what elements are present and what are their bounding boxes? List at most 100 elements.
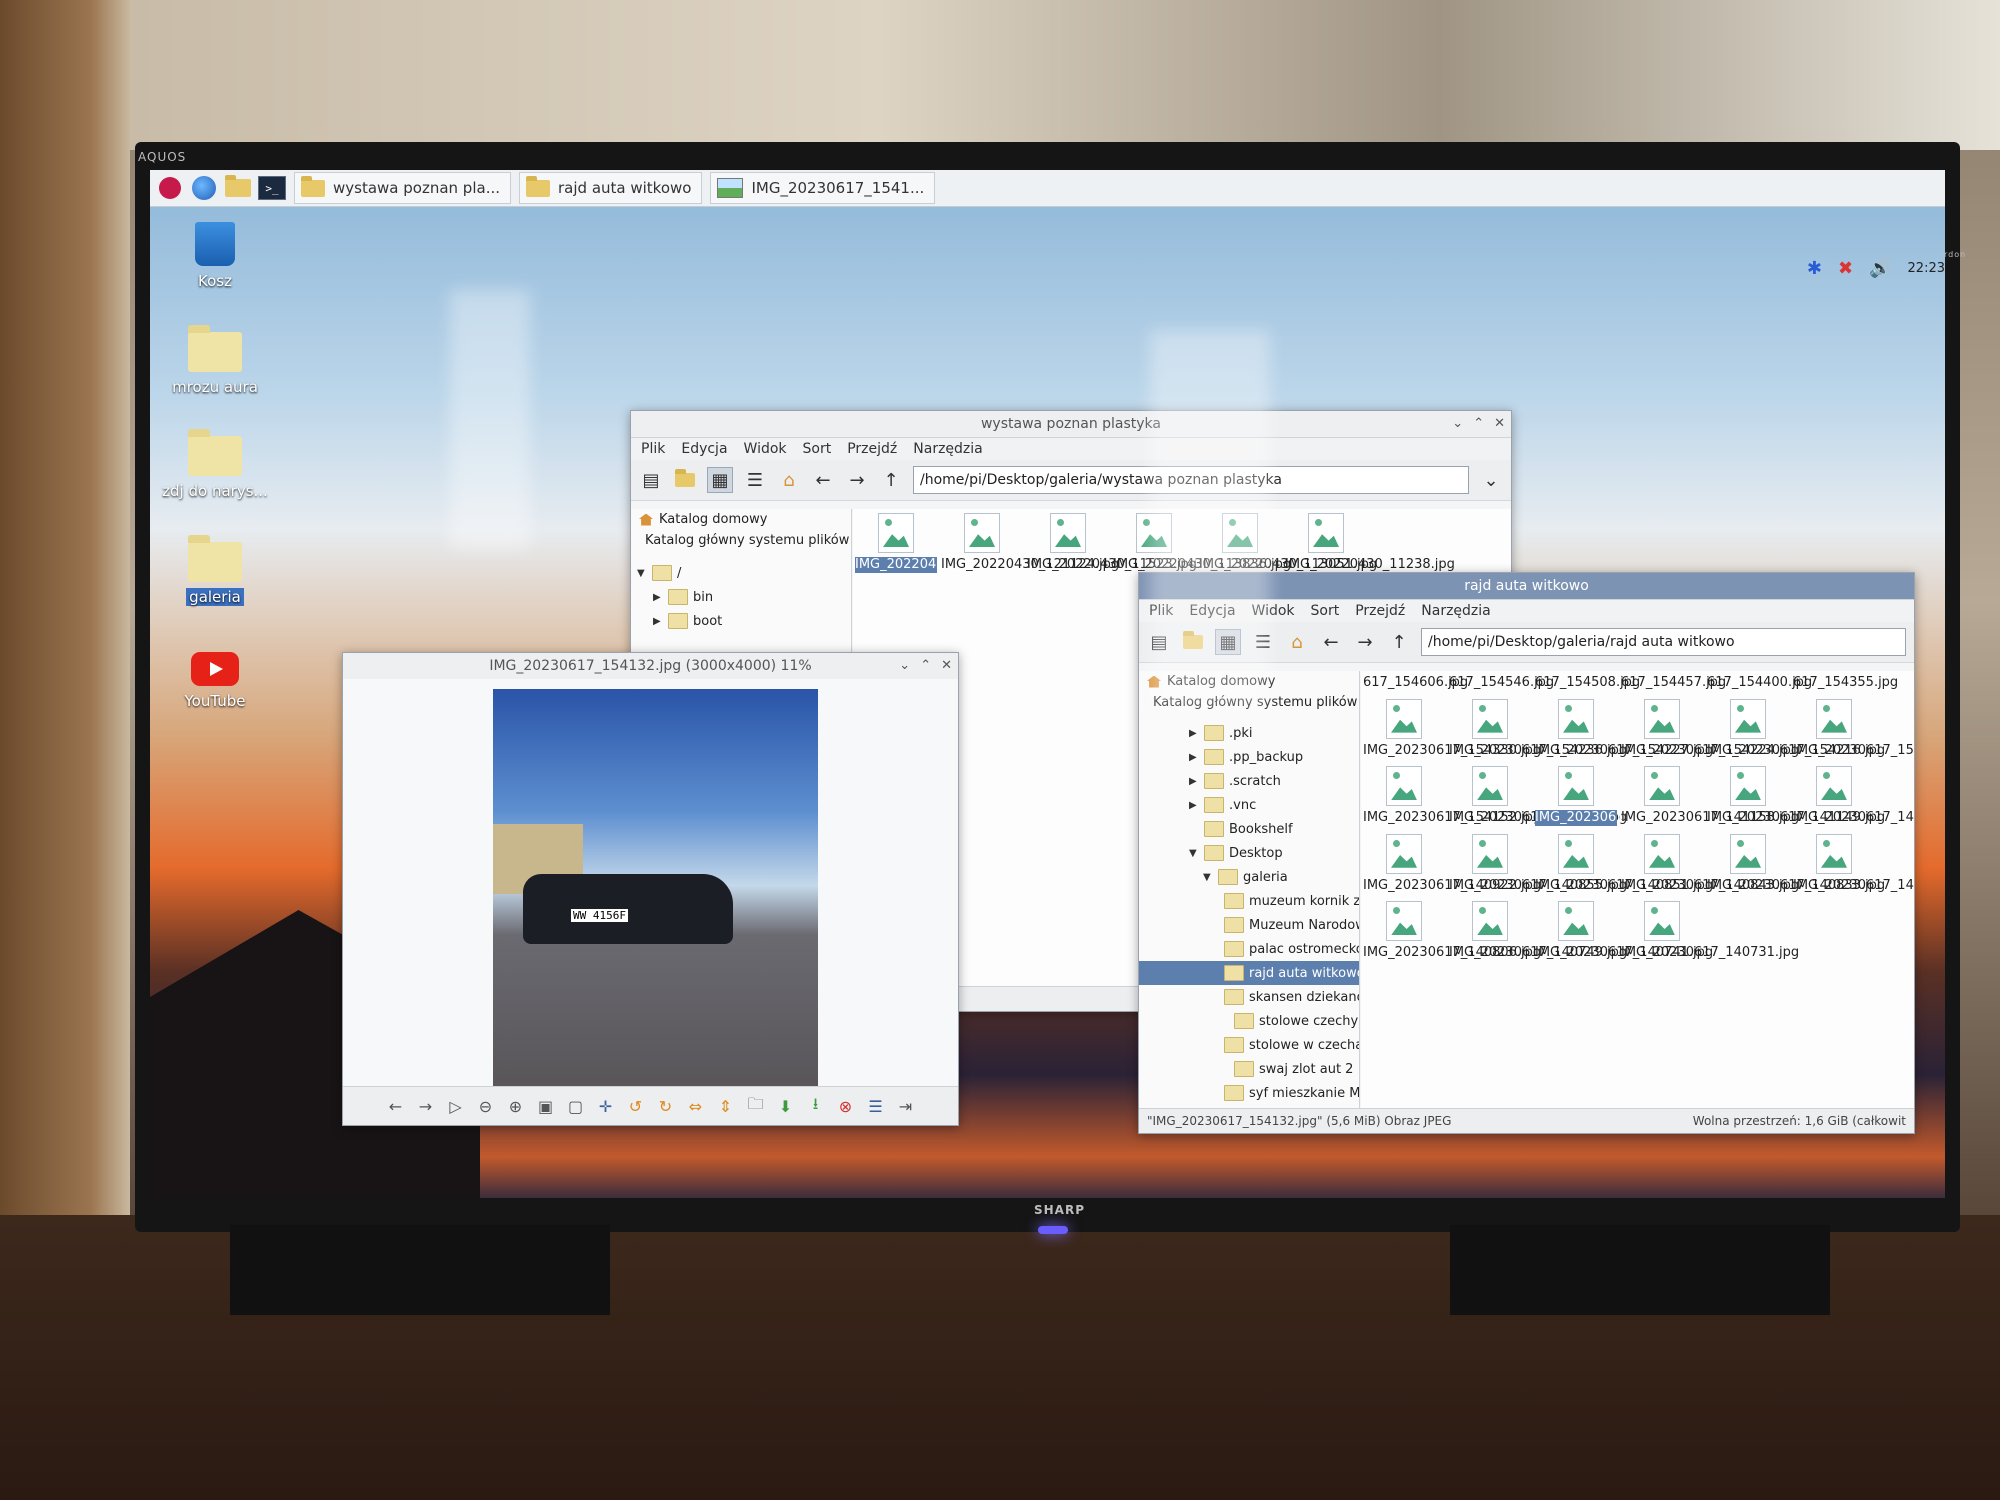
expander-icon[interactable]: ▶ [1189, 728, 1199, 739]
file-item[interactable]: IMG_20230617_154210.jpg [1791, 695, 1914, 763]
zoom-in-icon[interactable]: ⊕ [504, 1094, 528, 1118]
file-item[interactable]: IMG_20230617_140749.jpg [1447, 897, 1627, 965]
browser-icon[interactable] [190, 174, 218, 202]
new-folder-icon[interactable] [1181, 630, 1205, 654]
file-item[interactable]: IMG_20230617_154227.jpg [1533, 695, 1713, 763]
maximize-button[interactable]: ⌃ [1473, 411, 1484, 437]
file-item[interactable]: IMG_20230617_140855.jpg [1447, 830, 1627, 898]
desktop-icon-youtube[interactable]: YouTube [160, 652, 270, 710]
tree-item[interactable]: muzeum kornik zamek [1139, 889, 1359, 913]
tree-item[interactable]: stolowe czechy [1139, 1009, 1359, 1033]
tree-item[interactable]: ▶ .pp_backup [1139, 745, 1359, 769]
expander-icon[interactable]: ▶ [1189, 752, 1199, 763]
file-manager-icon[interactable] [224, 174, 252, 202]
file-item[interactable]: IMG_20230617_140922.jpg [1361, 830, 1541, 898]
file-item[interactable]: IMG_20230617_140731.jpg [1619, 897, 1799, 965]
file-item[interactable]: IMG_20230617_154236.jpg [1447, 695, 1627, 763]
home-icon[interactable]: ⌂ [777, 468, 801, 492]
side-pane-toggle-icon[interactable]: ▤ [1147, 630, 1171, 654]
file-item-partial[interactable]: 617_154508.jpg [1533, 671, 1640, 695]
expander-icon[interactable]: ▼ [1189, 848, 1199, 859]
file-item[interactable]: IMG_20220430_113836.jpg [1111, 509, 1291, 577]
tree-item[interactable]: skansen dziekanowice [1139, 985, 1359, 1009]
file-item-partial[interactable]: 617_154457.jpg [1619, 671, 1726, 695]
file-item[interactable]: IMG_20230617_140821.jpg [1791, 830, 1914, 898]
file-item[interactable]: IMG_20230617_140833.jpg [1705, 830, 1885, 898]
file-item[interactable]: IMG_20230617_141149.jpg [1705, 762, 1885, 830]
fullscreen-icon[interactable]: ✛ [594, 1094, 618, 1118]
tree-item[interactable]: ▶ .vnc [1139, 793, 1359, 817]
tree-item-root[interactable]: ▼ / [631, 561, 851, 585]
home-icon[interactable]: ⌂ [1285, 630, 1309, 654]
exit-icon[interactable]: ⇥ [894, 1094, 918, 1118]
desktop-icon-galeria[interactable]: galeria [160, 535, 270, 606]
save-icon[interactable]: ⬇ [774, 1094, 798, 1118]
file-item[interactable]: IMG_20230617_140741.jpg [1533, 897, 1713, 965]
file-item[interactable]: IMG_20230617_141158.jpg [1619, 762, 1799, 830]
file-item[interactable]: IMG_20220430_121129.jpg [853, 509, 1033, 577]
window-titlebar[interactable]: wystawa poznan plastyka ⌄ ⌃ ✕ [631, 411, 1511, 438]
menu-przejdz[interactable]: Przejdź [847, 441, 897, 457]
expander-icon[interactable]: ▶ [653, 616, 663, 627]
file-item-partial[interactable]: 617_154606.jpg [1361, 671, 1468, 695]
delete-icon[interactable]: ⊗ [834, 1094, 858, 1118]
file-item[interactable]: IMG_20220430_113051.jpg [1197, 509, 1377, 577]
new-folder-icon[interactable] [673, 468, 697, 492]
icon-view-icon[interactable]: ▦ [1215, 629, 1241, 655]
menu-plik[interactable]: Plik [641, 441, 665, 457]
file-item[interactable]: IMG_20220430_121124.jpg [939, 509, 1119, 577]
path-bar[interactable]: /home/pi/Desktop/galeria/rajd auta witko… [1421, 628, 1906, 656]
zoom-out-icon[interactable]: ⊖ [474, 1094, 498, 1118]
tree-item[interactable]: Bookshelf [1139, 817, 1359, 841]
expander-icon[interactable]: ▼ [1203, 872, 1213, 883]
list-view-icon[interactable]: ☰ [743, 468, 767, 492]
clock[interactable]: 22:23 [1908, 261, 1945, 276]
bluetooth-icon[interactable]: ✱ [1807, 258, 1822, 279]
original-size-icon[interactable]: ▢ [564, 1094, 588, 1118]
file-item[interactable]: IMG_20230617_154140.jpg [1447, 762, 1627, 830]
image-canvas[interactable]: WW 4156F [343, 679, 958, 1099]
place-home[interactable]: Katalog domowy [631, 509, 851, 530]
tree-item[interactable]: swaj zlot aut 2 [1139, 1057, 1359, 1081]
slideshow-icon[interactable]: ▷ [444, 1094, 468, 1118]
flip-vertical-icon[interactable]: ⇕ [714, 1094, 738, 1118]
menu-narzedzia[interactable]: Narzędzia [1421, 603, 1490, 619]
window-titlebar[interactable]: rajd auta witkowo [1139, 573, 1914, 600]
path-dropdown-icon[interactable]: ⌄ [1479, 468, 1503, 492]
tree-item[interactable]: syf mieszkanie Mecho [1139, 1081, 1359, 1105]
forward-arrow-icon[interactable]: → [1353, 630, 1377, 654]
tree-item-bin[interactable]: ▶ bin [631, 585, 851, 609]
back-arrow-icon[interactable]: ← [1319, 630, 1343, 654]
place-root[interactable]: Katalog główny systemu plików [631, 530, 851, 551]
up-arrow-icon[interactable]: ↑ [1387, 630, 1411, 654]
place-home[interactable]: Katalog domowy [1139, 671, 1359, 692]
flip-horizontal-icon[interactable]: ⇔ [684, 1094, 708, 1118]
menu-sort[interactable]: Sort [803, 441, 832, 457]
icon-view-icon[interactable]: ▦ [707, 467, 733, 493]
next-icon[interactable]: → [414, 1094, 438, 1118]
raspberry-menu-icon[interactable] [156, 174, 184, 202]
menu-sort[interactable]: Sort [1311, 603, 1340, 619]
network-disconnected-icon[interactable]: ✖ [1838, 258, 1853, 279]
tree-item[interactable]: Muzeum Narodowe W [1139, 913, 1359, 937]
path-bar[interactable]: /home/pi/Desktop/galeria/wystawa poznan … [913, 466, 1469, 494]
tree-item[interactable]: ▶ .pki [1139, 721, 1359, 745]
menu-plik[interactable]: Plik [1149, 603, 1173, 619]
taskbar-task-wystawa[interactable]: wystawa poznan pla... [294, 172, 511, 204]
rotate-right-icon[interactable]: ↻ [654, 1094, 678, 1118]
menu-widok[interactable]: Widok [1252, 603, 1295, 619]
tree-item-boot[interactable]: ▶ boot [631, 609, 851, 633]
close-button[interactable]: ✕ [1494, 411, 1505, 437]
minimize-button[interactable]: ⌄ [1452, 411, 1463, 437]
expander-icon[interactable]: ▶ [1189, 800, 1199, 811]
menu-narzedzia[interactable]: Narzędzia [913, 441, 982, 457]
side-pane-toggle-icon[interactable]: ▤ [639, 468, 663, 492]
minimize-button[interactable]: ⌄ [899, 653, 910, 679]
menu-edycja[interactable]: Edycja [1189, 603, 1235, 619]
desktop-icon-mrozu-aura[interactable]: mrozu aura [160, 325, 270, 396]
tree-item[interactable]: palac ostromecko [1139, 937, 1359, 961]
file-item[interactable]: IMG_20230617_154330.jpg [1361, 695, 1541, 763]
taskbar-task-image-viewer[interactable]: IMG_20230617_1541... [710, 172, 936, 204]
file-item-partial[interactable]: 617_154355.jpg [1791, 671, 1898, 695]
tree-item[interactable]: rajd auta witkowo [1139, 961, 1359, 985]
